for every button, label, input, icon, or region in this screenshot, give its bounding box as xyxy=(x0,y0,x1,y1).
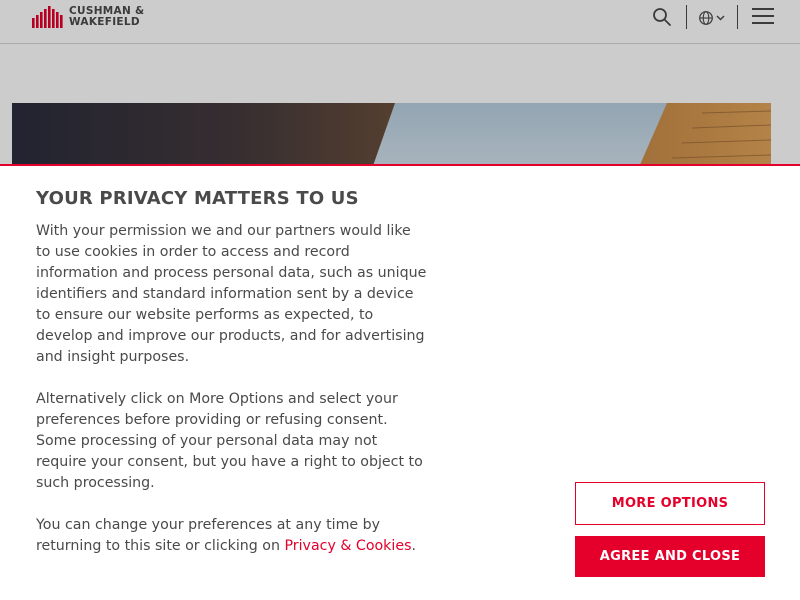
consent-paragraph: With your permission we and our partners… xyxy=(36,223,427,365)
consent-title: YOUR PRIVACY MATTERS TO US xyxy=(36,188,359,209)
agree-and-close-button[interactable]: AGREE AND CLOSE xyxy=(575,536,765,577)
privacy-cookies-link[interactable]: Privacy & Cookies xyxy=(284,538,411,554)
more-options-button[interactable]: MORE OPTIONS xyxy=(575,482,765,525)
cookie-consent-banner: YOUR PRIVACY MATTERS TO US With your per… xyxy=(0,164,800,600)
consent-paragraph: Alternatively click on More Options and … xyxy=(36,391,423,491)
consent-paragraph-end: . xyxy=(411,538,416,554)
consent-paragraph: You can change your preferences at any t… xyxy=(36,515,428,557)
consent-text: With your permission we and our partners… xyxy=(36,221,428,578)
